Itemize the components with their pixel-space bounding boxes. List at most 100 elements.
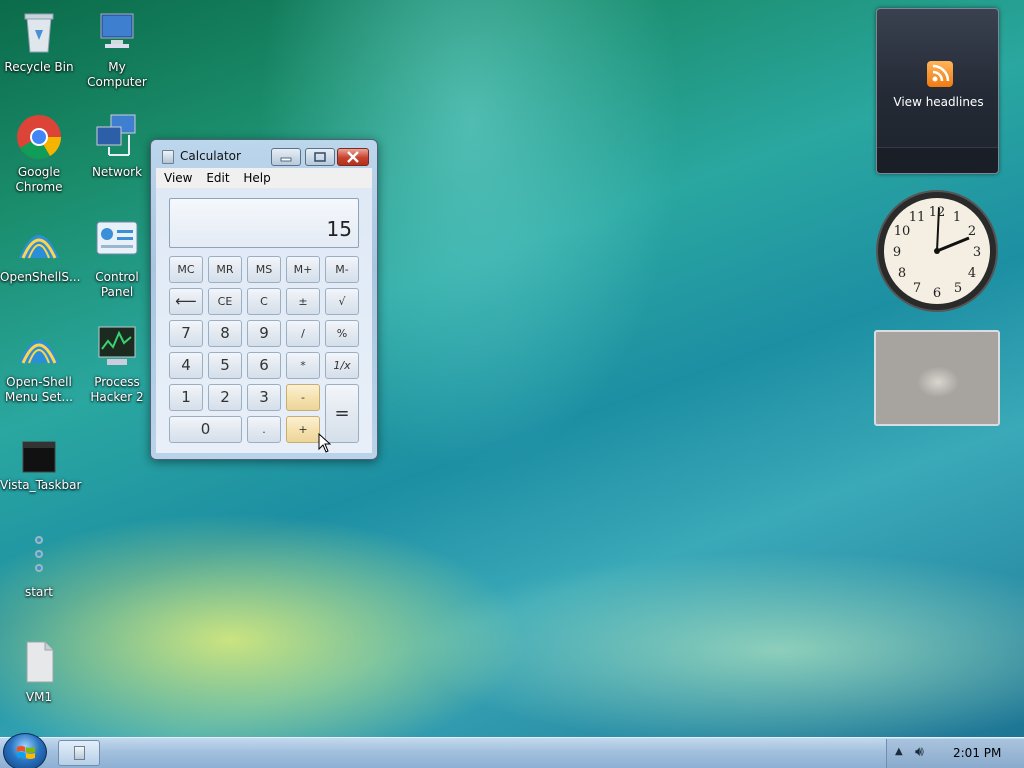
svg-text:4: 4 bbox=[968, 266, 976, 281]
key-5[interactable]: 5 bbox=[208, 352, 242, 379]
mouse-cursor-icon bbox=[318, 433, 332, 453]
desktop-icon-start[interactable]: start bbox=[0, 533, 78, 600]
desktop-icon-label: Vista_Taskbar bbox=[0, 478, 82, 492]
close-button[interactable] bbox=[337, 148, 369, 166]
start-bat-icon bbox=[15, 533, 63, 581]
speaker-icon[interactable]: 🔊︎ bbox=[915, 744, 924, 760]
desktop-icon-label: VM1 bbox=[25, 690, 53, 704]
calculator-window[interactable]: Calculator View Edit Help 15 MC MR MS M+… bbox=[150, 139, 378, 460]
desktop-icon-openshell-menu-settings[interactable]: Open-Shell Menu Set... bbox=[0, 323, 78, 405]
file-icon bbox=[15, 638, 63, 686]
key-8[interactable]: 8 bbox=[208, 320, 242, 347]
window-title: Calculator bbox=[180, 149, 241, 163]
openshell-icon bbox=[15, 218, 63, 266]
key-3[interactable]: 3 bbox=[247, 384, 281, 411]
computer-icon bbox=[93, 8, 141, 56]
key-multiply[interactable]: * bbox=[286, 352, 320, 379]
desktop-icon-label: OpenShellS... bbox=[0, 270, 81, 284]
key-m-plus[interactable]: M+ bbox=[286, 256, 320, 283]
key-2[interactable]: 2 bbox=[208, 384, 242, 411]
key-ms[interactable]: MS bbox=[247, 256, 281, 283]
maximize-icon bbox=[314, 152, 326, 162]
desktop-icon-process-hacker[interactable]: Process Hacker 2 bbox=[78, 323, 156, 405]
recycle-bin-icon bbox=[15, 8, 63, 56]
taskbar bbox=[0, 737, 1024, 768]
process-hacker-icon bbox=[93, 323, 141, 371]
key-4[interactable]: 4 bbox=[169, 352, 203, 379]
menu-view[interactable]: View bbox=[156, 168, 192, 185]
desktop-icon-label: Network bbox=[91, 165, 143, 179]
openshell-icon bbox=[15, 323, 63, 371]
svg-text:12: 12 bbox=[929, 205, 946, 220]
slideshow-gadget-koala-photo[interactable] bbox=[874, 330, 1000, 426]
key-0[interactable]: 0 bbox=[169, 416, 242, 443]
desktop-icon-google-chrome[interactable]: Google Chrome bbox=[0, 113, 78, 195]
rss-icon bbox=[927, 61, 953, 87]
svg-text:9: 9 bbox=[893, 245, 901, 260]
tray-clock[interactable]: 2:01 PM bbox=[953, 746, 1001, 760]
desktop-icon-vista-taskbar[interactable]: Vista_Taskbar bbox=[0, 438, 82, 493]
key-mr[interactable]: MR bbox=[208, 256, 242, 283]
system-tray: ▲ 🔊︎ 2:01 PM bbox=[886, 739, 1024, 768]
desktop-icon-vm1[interactable]: VM1 bbox=[0, 638, 78, 705]
taskbar-calculator-button[interactable] bbox=[58, 740, 100, 766]
key-subtract[interactable]: - bbox=[286, 384, 320, 411]
menu-help[interactable]: Help bbox=[235, 168, 270, 185]
chrome-icon bbox=[15, 113, 63, 161]
key-sqrt[interactable]: √ bbox=[325, 288, 359, 315]
calculator-taskbar-icon bbox=[74, 746, 85, 760]
key-plus-minus[interactable]: ± bbox=[286, 288, 320, 315]
key-7[interactable]: 7 bbox=[169, 320, 203, 347]
svg-text:10: 10 bbox=[894, 224, 911, 239]
desktop-icon-label: Control Panel bbox=[95, 270, 139, 299]
desktop-icon-openshell-settings[interactable]: OpenShellS... bbox=[0, 218, 81, 285]
network-icon bbox=[93, 113, 141, 161]
desktop-icon-label: Google Chrome bbox=[15, 165, 63, 194]
key-ce[interactable]: CE bbox=[208, 288, 242, 315]
calculator-app-icon bbox=[162, 150, 174, 164]
key-m-minus[interactable]: M- bbox=[325, 256, 359, 283]
minimize-button[interactable] bbox=[271, 148, 301, 166]
svg-text:5: 5 bbox=[954, 281, 962, 296]
desktop-icon-my-computer[interactable]: My Computer bbox=[78, 8, 156, 90]
display-value: 15 bbox=[326, 217, 352, 241]
start-button[interactable] bbox=[3, 733, 47, 768]
svg-text:7: 7 bbox=[913, 281, 921, 296]
desktop-icon-label: Process Hacker 2 bbox=[90, 375, 144, 404]
key-6[interactable]: 6 bbox=[247, 352, 281, 379]
key-mc[interactable]: MC bbox=[169, 256, 203, 283]
desktop-icon-label: Recycle Bin bbox=[4, 60, 74, 74]
feed-headlines-gadget[interactable]: View headlines bbox=[876, 8, 999, 174]
key-c[interactable]: C bbox=[247, 288, 281, 315]
clock-gadget[interactable]: 12 1 2 345 678 9 10 11 bbox=[875, 189, 1000, 314]
key-percent[interactable]: % bbox=[325, 320, 359, 347]
maximize-button[interactable] bbox=[305, 148, 335, 166]
svg-text:11: 11 bbox=[909, 210, 926, 225]
calculator-titlebar[interactable]: Calculator bbox=[151, 140, 377, 168]
key-decimal[interactable]: . bbox=[247, 416, 281, 443]
desktop-icon-network[interactable]: Network bbox=[78, 113, 156, 180]
desktop-icon-label: start bbox=[25, 585, 53, 599]
key-1[interactable]: 1 bbox=[169, 384, 203, 411]
feed-headlines-text[interactable]: View headlines bbox=[877, 95, 1000, 109]
black-file-icon bbox=[15, 438, 63, 474]
desktop-icon-control-panel[interactable]: Control Panel bbox=[78, 218, 156, 300]
calculator-menubar: View Edit Help bbox=[156, 168, 372, 188]
minimize-icon bbox=[280, 157, 292, 162]
close-icon bbox=[347, 151, 359, 163]
key-divide[interactable]: / bbox=[286, 320, 320, 347]
calculator-body: 15 MC MR MS M+ M- ⟵ CE C ± √ 7 8 9 / % 4… bbox=[156, 188, 372, 453]
show-hidden-icons-icon[interactable]: ▲ bbox=[895, 746, 903, 757]
svg-text:3: 3 bbox=[973, 245, 981, 260]
key-reciprocal[interactable]: 1/x bbox=[325, 352, 359, 379]
key-9[interactable]: 9 bbox=[247, 320, 281, 347]
key-backspace[interactable]: ⟵ bbox=[169, 288, 203, 315]
windows-logo-icon bbox=[17, 746, 35, 759]
key-add[interactable]: + bbox=[286, 416, 320, 443]
desktop-icon-label: Open-Shell Menu Set... bbox=[5, 375, 73, 404]
calculator-display: 15 bbox=[169, 198, 359, 248]
menu-edit[interactable]: Edit bbox=[198, 168, 229, 185]
desktop-icon-recycle-bin[interactable]: Recycle Bin bbox=[0, 8, 78, 75]
svg-text:2: 2 bbox=[968, 224, 976, 239]
desktop-icon-label: My Computer bbox=[87, 60, 147, 89]
